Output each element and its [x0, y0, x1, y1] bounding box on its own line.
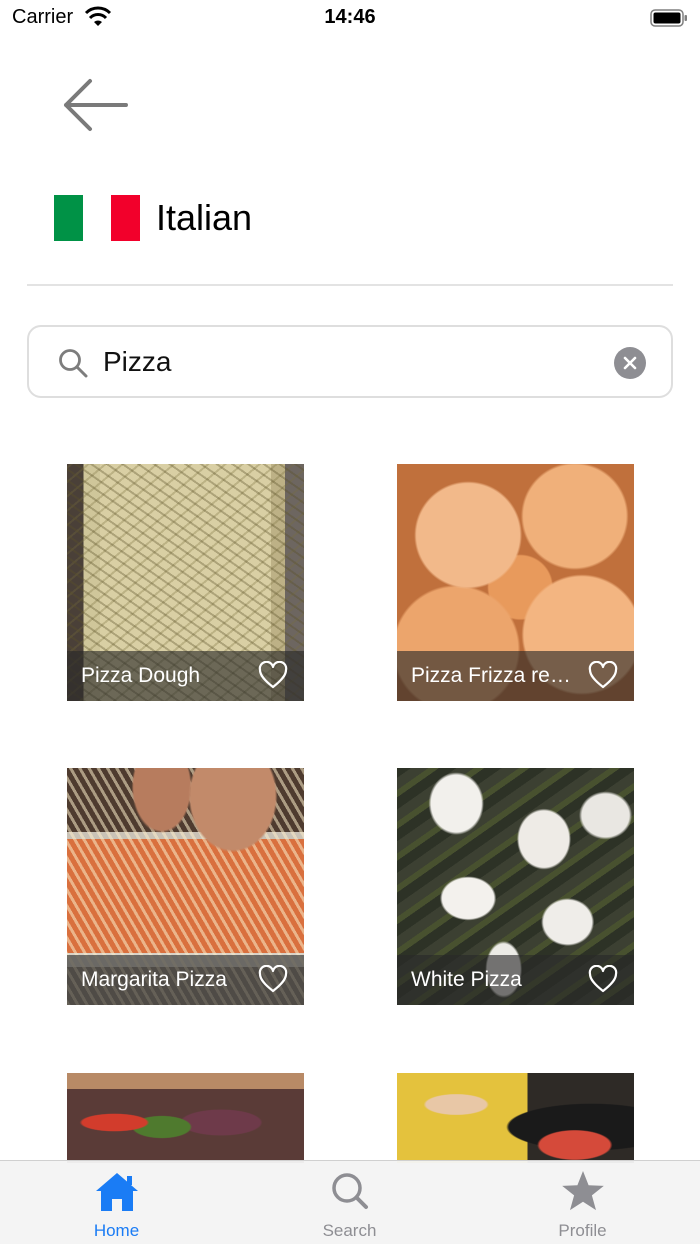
tab-label: Profile [558, 1221, 607, 1240]
close-icon [623, 356, 637, 370]
heart-icon[interactable] [258, 661, 288, 689]
search-icon [59, 349, 88, 378]
house-icon [95, 1173, 138, 1211]
recipe-name: White Pizza [411, 968, 522, 991]
battery-icon [650, 9, 687, 27]
status-bar: Carrier 14:46 [0, 0, 700, 40]
flag-green-stripe [54, 195, 83, 241]
tab-home[interactable]: Home [0, 1161, 233, 1244]
flag-red-stripe [111, 195, 140, 241]
divider [27, 284, 673, 286]
tab-label: Search [322, 1221, 377, 1240]
recipe-name: Pizza Frizza recipe [411, 664, 579, 687]
recipe-name: Margarita Pizza [81, 968, 227, 991]
recipe-caption: White Pizza [397, 955, 634, 1005]
heart-icon[interactable] [258, 965, 288, 993]
heart-icon[interactable] [588, 965, 618, 993]
search-bar[interactable] [27, 325, 673, 398]
recipe-card[interactable]: Pizza Frizza recipe [397, 464, 634, 701]
italian-flag-icon [54, 195, 140, 241]
back-button[interactable] [56, 72, 136, 138]
recipe-caption: Pizza Dough [67, 651, 304, 701]
page-title: Italian [156, 197, 253, 238]
recipe-name: Pizza Dough [81, 664, 201, 687]
tab-profile[interactable]: Profile [466, 1161, 699, 1244]
recipe-card[interactable]: Pizza Dough [67, 464, 304, 701]
heart-icon[interactable] [588, 661, 618, 689]
clear-search-button[interactable] [614, 347, 646, 379]
tab-bar: Home Search Profile [0, 1160, 700, 1244]
arrow-left-icon [64, 79, 128, 131]
tab-label: Home [93, 1221, 140, 1240]
clock: 14:46 [324, 6, 376, 28]
recipe-card[interactable] [397, 1073, 634, 1163]
tab-search[interactable]: Search [233, 1161, 466, 1244]
recipe-caption: Margarita Pizza [67, 955, 304, 1005]
recipe-caption: Pizza Frizza recipe [397, 651, 634, 701]
recipe-card[interactable]: Margarita Pizza [67, 768, 304, 1005]
magnifier-icon [331, 1173, 368, 1209]
recipe-photo [397, 1073, 634, 1163]
recipe-card[interactable]: White Pizza [397, 768, 634, 1005]
star-icon [561, 1171, 604, 1211]
recipe-photo [67, 1073, 304, 1163]
search-input[interactable] [103, 343, 603, 381]
recipe-card[interactable] [67, 1073, 304, 1163]
